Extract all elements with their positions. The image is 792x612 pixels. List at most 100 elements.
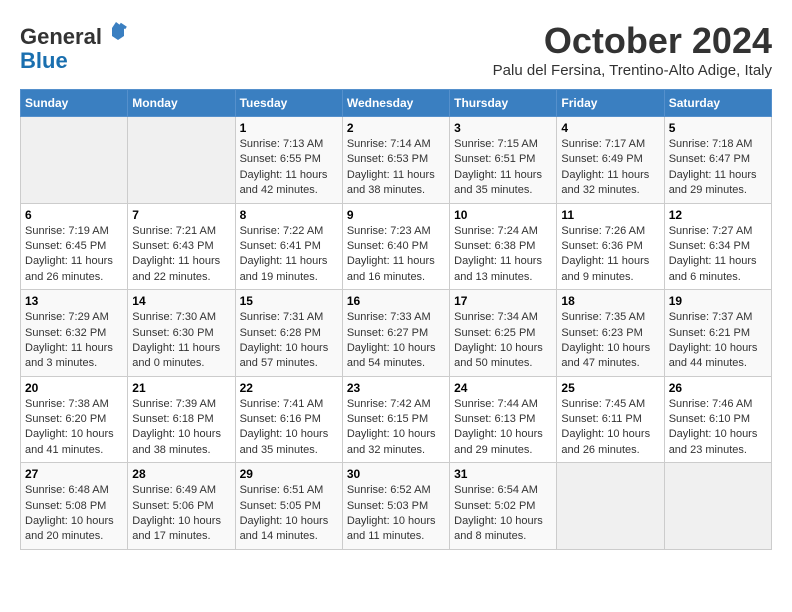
sunrise-text: Sunrise: 7:44 AM (454, 398, 538, 410)
daylight-text: Daylight: 10 hours and 26 minutes. (561, 428, 650, 455)
daylight-text: Daylight: 11 hours and 29 minutes. (669, 169, 757, 196)
daylight-text: Daylight: 11 hours and 0 minutes. (132, 342, 220, 369)
day-info: Sunrise: 7:38 AM Sunset: 6:20 PM Dayligh… (25, 397, 123, 459)
title-block: October 2024 Palu del Fersina, Trentino-… (493, 20, 772, 79)
day-info: Sunrise: 7:37 AM Sunset: 6:21 PM Dayligh… (669, 310, 767, 372)
col-monday: Monday (128, 90, 235, 117)
week-row-2: 6 Sunrise: 7:19 AM Sunset: 6:45 PM Dayli… (21, 203, 772, 290)
location-subtitle: Palu del Fersina, Trentino-Alto Adige, I… (493, 62, 772, 79)
day-number: 14 (132, 294, 230, 308)
day-info: Sunrise: 7:31 AM Sunset: 6:28 PM Dayligh… (240, 310, 338, 372)
sunset-text: Sunset: 5:02 PM (454, 500, 535, 512)
sunset-text: Sunset: 6:55 PM (240, 153, 321, 165)
sunset-text: Sunset: 6:13 PM (454, 413, 535, 425)
daylight-text: Daylight: 10 hours and 44 minutes. (669, 342, 758, 369)
day-info: Sunrise: 7:34 AM Sunset: 6:25 PM Dayligh… (454, 310, 552, 372)
day-number: 27 (25, 467, 123, 481)
day-number: 9 (347, 208, 445, 222)
daylight-text: Daylight: 11 hours and 13 minutes. (454, 255, 542, 282)
day-number: 7 (132, 208, 230, 222)
sunset-text: Sunset: 5:08 PM (25, 500, 106, 512)
daylight-text: Daylight: 11 hours and 19 minutes. (240, 255, 328, 282)
day-cell: 12 Sunrise: 7:27 AM Sunset: 6:34 PM Dayl… (664, 203, 771, 290)
day-info: Sunrise: 7:29 AM Sunset: 6:32 PM Dayligh… (25, 310, 123, 372)
sunset-text: Sunset: 6:28 PM (240, 327, 321, 339)
day-info: Sunrise: 7:26 AM Sunset: 6:36 PM Dayligh… (561, 224, 659, 286)
day-number: 16 (347, 294, 445, 308)
sunset-text: Sunset: 6:18 PM (132, 413, 213, 425)
day-cell: 27 Sunrise: 6:48 AM Sunset: 5:08 PM Dayl… (21, 463, 128, 550)
day-cell: 3 Sunrise: 7:15 AM Sunset: 6:51 PM Dayli… (450, 117, 557, 204)
day-cell: 21 Sunrise: 7:39 AM Sunset: 6:18 PM Dayl… (128, 376, 235, 463)
day-cell: 29 Sunrise: 6:51 AM Sunset: 5:05 PM Dayl… (235, 463, 342, 550)
day-info: Sunrise: 7:42 AM Sunset: 6:15 PM Dayligh… (347, 397, 445, 459)
day-cell: 15 Sunrise: 7:31 AM Sunset: 6:28 PM Dayl… (235, 290, 342, 377)
day-number: 23 (347, 381, 445, 395)
sunrise-text: Sunrise: 7:39 AM (132, 398, 216, 410)
day-info: Sunrise: 7:27 AM Sunset: 6:34 PM Dayligh… (669, 224, 767, 286)
sunrise-text: Sunrise: 7:18 AM (669, 138, 753, 150)
daylight-text: Daylight: 10 hours and 20 minutes. (25, 515, 114, 542)
sunset-text: Sunset: 6:36 PM (561, 240, 642, 252)
day-cell (664, 463, 771, 550)
day-number: 12 (669, 208, 767, 222)
day-number: 10 (454, 208, 552, 222)
day-info: Sunrise: 7:18 AM Sunset: 6:47 PM Dayligh… (669, 137, 767, 199)
sunrise-text: Sunrise: 7:38 AM (25, 398, 109, 410)
day-number: 15 (240, 294, 338, 308)
page-header: General Blue October 2024 Palu del Fersi… (20, 20, 772, 79)
day-cell: 22 Sunrise: 7:41 AM Sunset: 6:16 PM Dayl… (235, 376, 342, 463)
daylight-text: Daylight: 10 hours and 23 minutes. (669, 428, 758, 455)
sunrise-text: Sunrise: 7:29 AM (25, 311, 109, 323)
logo-blue: Blue (20, 48, 68, 73)
daylight-text: Daylight: 11 hours and 32 minutes. (561, 169, 649, 196)
day-number: 1 (240, 121, 338, 135)
day-info: Sunrise: 7:44 AM Sunset: 6:13 PM Dayligh… (454, 397, 552, 459)
sunrise-text: Sunrise: 7:27 AM (669, 225, 753, 237)
day-number: 11 (561, 208, 659, 222)
day-info: Sunrise: 7:22 AM Sunset: 6:41 PM Dayligh… (240, 224, 338, 286)
sunset-text: Sunset: 6:10 PM (669, 413, 750, 425)
daylight-text: Daylight: 11 hours and 16 minutes. (347, 255, 435, 282)
day-cell: 7 Sunrise: 7:21 AM Sunset: 6:43 PM Dayli… (128, 203, 235, 290)
daylight-text: Daylight: 10 hours and 54 minutes. (347, 342, 436, 369)
logo-icon (104, 20, 128, 44)
sunset-text: Sunset: 6:11 PM (561, 413, 642, 425)
day-cell: 16 Sunrise: 7:33 AM Sunset: 6:27 PM Dayl… (342, 290, 449, 377)
sunrise-text: Sunrise: 7:24 AM (454, 225, 538, 237)
sunset-text: Sunset: 6:30 PM (132, 327, 213, 339)
day-cell: 23 Sunrise: 7:42 AM Sunset: 6:15 PM Dayl… (342, 376, 449, 463)
day-info: Sunrise: 7:35 AM Sunset: 6:23 PM Dayligh… (561, 310, 659, 372)
day-info: Sunrise: 7:24 AM Sunset: 6:38 PM Dayligh… (454, 224, 552, 286)
day-cell: 9 Sunrise: 7:23 AM Sunset: 6:40 PM Dayli… (342, 203, 449, 290)
day-cell: 28 Sunrise: 6:49 AM Sunset: 5:06 PM Dayl… (128, 463, 235, 550)
day-number: 28 (132, 467, 230, 481)
sunset-text: Sunset: 6:43 PM (132, 240, 213, 252)
day-number: 6 (25, 208, 123, 222)
day-cell (557, 463, 664, 550)
day-number: 31 (454, 467, 552, 481)
sunrise-text: Sunrise: 7:31 AM (240, 311, 324, 323)
sunset-text: Sunset: 6:45 PM (25, 240, 106, 252)
day-info: Sunrise: 7:19 AM Sunset: 6:45 PM Dayligh… (25, 224, 123, 286)
week-row-3: 13 Sunrise: 7:29 AM Sunset: 6:32 PM Dayl… (21, 290, 772, 377)
daylight-text: Daylight: 10 hours and 57 minutes. (240, 342, 329, 369)
sunrise-text: Sunrise: 7:41 AM (240, 398, 324, 410)
sunrise-text: Sunrise: 7:13 AM (240, 138, 324, 150)
week-row-5: 27 Sunrise: 6:48 AM Sunset: 5:08 PM Dayl… (21, 463, 772, 550)
day-cell: 17 Sunrise: 7:34 AM Sunset: 6:25 PM Dayl… (450, 290, 557, 377)
daylight-text: Daylight: 10 hours and 35 minutes. (240, 428, 329, 455)
col-tuesday: Tuesday (235, 90, 342, 117)
daylight-text: Daylight: 11 hours and 26 minutes. (25, 255, 113, 282)
day-number: 24 (454, 381, 552, 395)
sunrise-text: Sunrise: 7:42 AM (347, 398, 431, 410)
daylight-text: Daylight: 10 hours and 14 minutes. (240, 515, 329, 542)
sunset-text: Sunset: 6:21 PM (669, 327, 750, 339)
sunset-text: Sunset: 6:47 PM (669, 153, 750, 165)
day-number: 21 (132, 381, 230, 395)
sunset-text: Sunset: 6:16 PM (240, 413, 321, 425)
day-cell: 13 Sunrise: 7:29 AM Sunset: 6:32 PM Dayl… (21, 290, 128, 377)
sunset-text: Sunset: 6:27 PM (347, 327, 428, 339)
day-info: Sunrise: 7:30 AM Sunset: 6:30 PM Dayligh… (132, 310, 230, 372)
day-number: 29 (240, 467, 338, 481)
